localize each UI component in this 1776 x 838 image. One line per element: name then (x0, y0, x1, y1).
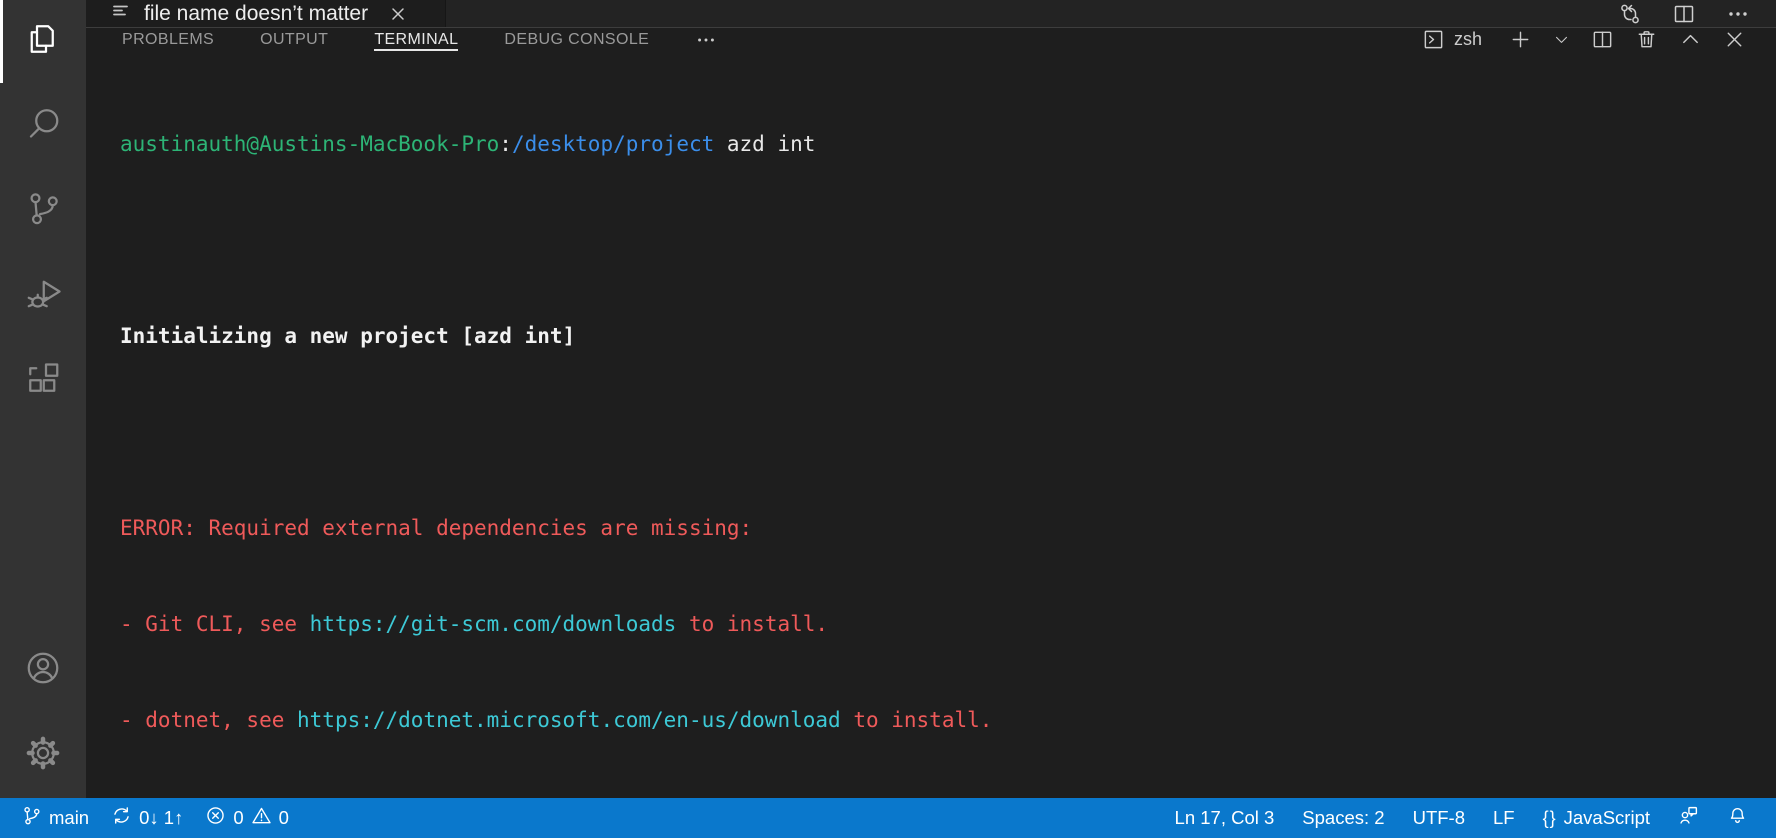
terminal-shell-selector[interactable]: zsh (1422, 28, 1482, 51)
sidebar-item-settings[interactable] (0, 713, 86, 798)
feedback-indicator[interactable] (1664, 798, 1713, 838)
activity-bar (0, 0, 86, 798)
warning-count: 0 (278, 807, 289, 828)
sync-status-text: 0↓ 1↑ (139, 807, 184, 828)
shell-label: zsh (1453, 29, 1482, 49)
sidebar-item-accounts[interactable] (0, 628, 86, 713)
language-mode-indicator[interactable]: {} JavaScript (1529, 798, 1664, 838)
search-icon (25, 105, 61, 146)
terminal-error-heading: ERROR: Required external dependencies ar… (120, 516, 753, 540)
panel-header: PROBLEMS OUTPUT TERMINAL DEBUG CONSOLE z… (86, 28, 1776, 51)
kill-terminal-trash-icon[interactable] (1635, 28, 1658, 51)
extensions-icon (25, 360, 61, 401)
account-icon (25, 650, 61, 691)
terminal-output[interactable]: austinauth@Austins-MacBook-Pro:/desktop/… (86, 51, 1776, 838)
terminal-git-dependency-line: - Git CLI, see https://git-scm.com/downl… (120, 608, 1776, 640)
terminal-prompt-line: austinauth@Austins-MacBook-Pro:/desktop/… (120, 128, 1776, 160)
tab-terminal[interactable]: TERMINAL (374, 28, 459, 51)
activity-bar-spacer (0, 423, 86, 628)
tab-output[interactable]: OUTPUT (260, 28, 328, 51)
close-panel-icon[interactable] (1723, 28, 1746, 51)
gear-icon (25, 735, 61, 776)
main-area: file name doesn’t matter PROBLEMS OUTPUT… (86, 0, 1776, 798)
tab-close-icon[interactable] (388, 4, 408, 24)
prompt-user-host: austinauth@Austins-MacBook-Pro (120, 132, 500, 156)
bell-icon (1727, 805, 1748, 831)
git-line-suffix: to install. (676, 612, 829, 636)
new-terminal-icon[interactable] (1509, 28, 1532, 51)
warning-triangle-icon (251, 805, 272, 831)
tab-debug-console[interactable]: DEBUG CONSOLE (504, 28, 649, 51)
dotnet-download-link[interactable]: https://dotnet.microsoft.com/en-us/downl… (297, 708, 841, 732)
git-line-prefix: - Git CLI, see (120, 612, 310, 636)
braces-icon: {} (1542, 807, 1557, 828)
dotnet-line-prefix: - dotnet, see (120, 708, 298, 732)
sidebar-item-extensions[interactable] (0, 338, 86, 423)
dotnet-line-suffix: to install. (840, 708, 993, 732)
sidebar-item-explorer[interactable] (0, 0, 86, 83)
branch-name: main (49, 807, 90, 828)
tab-title: file name doesn’t matter (144, 1, 369, 25)
eol-indicator[interactable]: LF (1479, 798, 1529, 838)
sidebar-item-search[interactable] (0, 83, 86, 168)
error-count: 0 (233, 807, 244, 828)
error-circle-icon (205, 805, 226, 831)
status-bar: main 0↓ 1↑ 0 0 Ln 17, Col 3 Spaces: 2 UT… (0, 798, 1776, 838)
more-actions-icon[interactable] (1726, 2, 1750, 26)
prompt-command: azd int (714, 132, 816, 156)
panel-tabs: PROBLEMS OUTPUT TERMINAL DEBUG CONSOLE (122, 28, 717, 51)
notifications-indicator[interactable] (1713, 798, 1762, 838)
feedback-icon (1678, 805, 1699, 831)
branch-indicator[interactable]: main (10, 798, 100, 838)
open-changes-icon[interactable] (1618, 2, 1642, 26)
sidebar-item-source-control[interactable] (0, 168, 86, 253)
editor-actions (1618, 0, 1776, 27)
encoding-text: UTF-8 (1412, 807, 1465, 828)
split-editor-icon[interactable] (1672, 2, 1696, 26)
tab-problems[interactable]: PROBLEMS (122, 28, 214, 51)
terminal-icon (1422, 28, 1445, 51)
files-icon (25, 21, 61, 62)
vscode-window: file name doesn’t matter PROBLEMS OUTPUT… (0, 0, 1776, 838)
run-debug-icon (25, 275, 61, 316)
terminal-dotnet-dependency-line: - dotnet, see https://dotnet.microsoft.c… (120, 704, 1776, 736)
indentation-text: Spaces: 2 (1302, 807, 1385, 828)
panel-more-tabs-icon[interactable] (695, 29, 717, 51)
language-text: JavaScript (1563, 807, 1650, 828)
sync-changes-indicator[interactable]: 0↓ 1↑ (100, 798, 194, 838)
sync-icon (111, 805, 132, 831)
encoding-indicator[interactable]: UTF-8 (1399, 798, 1479, 838)
git-downloads-link[interactable]: https://git-scm.com/downloads (310, 612, 677, 636)
cursor-position-text: Ln 17, Col 3 (1174, 807, 1275, 828)
file-list-icon (110, 0, 132, 27)
eol-text: LF (1493, 807, 1515, 828)
cursor-position[interactable]: Ln 17, Col 3 (1161, 798, 1289, 838)
prompt-colon: : (499, 132, 512, 156)
indentation-indicator[interactable]: Spaces: 2 (1288, 798, 1398, 838)
terminal-actions: zsh (1422, 28, 1746, 51)
problems-indicator[interactable]: 0 0 (194, 798, 300, 838)
branch-icon (21, 805, 42, 831)
split-terminal-icon[interactable] (1591, 28, 1614, 51)
prompt-path: /desktop/project (511, 132, 715, 156)
maximize-panel-chevron-icon[interactable] (1679, 28, 1702, 51)
editor-tab[interactable]: file name doesn’t matter (86, 0, 446, 27)
sidebar-item-run-debug[interactable] (0, 253, 86, 338)
status-bar-right: Ln 17, Col 3 Spaces: 2 UTF-8 LF {} JavaS… (1161, 798, 1762, 838)
editor-tab-bar: file name doesn’t matter (86, 0, 1776, 28)
status-bar-left: main 0↓ 1↑ 0 0 (10, 798, 300, 838)
terminal-init-line: Initializing a new project [azd int] (120, 324, 576, 348)
launch-profile-chevron-icon[interactable] (1553, 31, 1570, 48)
source-control-icon (25, 190, 61, 231)
